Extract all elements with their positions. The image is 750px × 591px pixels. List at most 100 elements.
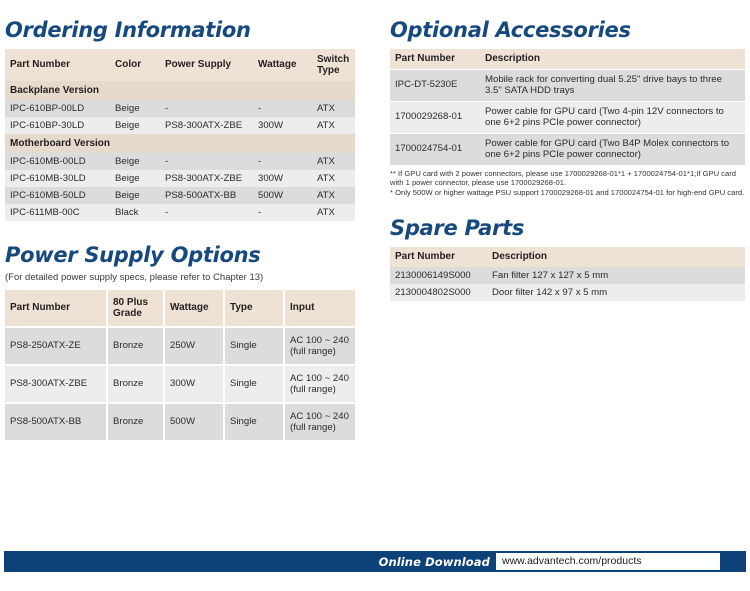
section-label-motherboard: Motherboard Version	[5, 134, 355, 153]
cell-description: Power cable for GPU card (Two B4P Molex …	[480, 132, 745, 165]
cell-input: AC 100 ~ 240 (full range)	[285, 402, 355, 440]
cell-part-number: IPC-610BP-30LD	[5, 117, 110, 134]
column-header-color: Color	[110, 49, 160, 81]
cell-power-supply: -	[160, 204, 253, 221]
cell-description: Fan filter 127 x 127 x 5 mm	[487, 266, 745, 284]
table-row: 2130006149S000 Fan filter 127 x 127 x 5 …	[390, 266, 745, 284]
footnote-psu-wattage: * Only 500W or higher wattage PSU suppor…	[390, 187, 745, 197]
catalog-page: Ordering Information Part Number Color P…	[0, 0, 750, 591]
cell-wattage: -	[253, 153, 312, 170]
right-column: Optional Accessories Part Number Descrip…	[390, 18, 745, 301]
cell-part-number: PS8-300ATX-ZBE	[5, 364, 108, 402]
power-supply-note: (For detailed power supply specs, please…	[5, 272, 264, 283]
cell-part-number: IPC-610BP-00LD	[5, 100, 110, 117]
cell-wattage: 500W	[165, 402, 225, 440]
spare-parts-table: Part Number Description 2130006149S000 F…	[390, 247, 745, 301]
table-section-row: Motherboard Version	[5, 134, 355, 153]
column-header-type: Type	[225, 290, 285, 326]
cell-color: Beige	[110, 187, 160, 204]
cell-wattage: -	[253, 100, 312, 117]
cell-part-number: IPC-610MB-50LD	[5, 187, 110, 204]
cell-grade: Bronze	[108, 364, 165, 402]
cell-color: Beige	[110, 100, 160, 117]
cell-input: AC 100 ~ 240 (full range)	[285, 364, 355, 402]
cell-type: Single	[225, 364, 285, 402]
table-header-row: Part Number 80 Plus Grade Wattage Type I…	[5, 290, 355, 326]
cell-color: Beige	[110, 153, 160, 170]
cell-part-number: IPC-DT-5230E	[390, 68, 480, 101]
column-header-part-number: Part Number	[390, 247, 487, 267]
column-header-power-supply: Power Supply	[160, 49, 253, 81]
table-section-row: Backplane Version	[5, 81, 355, 100]
cell-description: Door filter 142 x 97 x 5 mm	[487, 283, 745, 301]
table-header-row: Part Number Description	[390, 247, 745, 267]
cell-input: AC 100 ~ 240 (full range)	[285, 326, 355, 364]
cell-type: Single	[225, 326, 285, 364]
cell-type: Single	[225, 402, 285, 440]
footnote-gpu-connectors: ** If GPU card with 2 power connectors, …	[390, 168, 736, 188]
accessories-footnotes: ** If GPU card with 2 power connectors, …	[390, 169, 745, 198]
left-column: Ordering Information Part Number Color P…	[5, 18, 355, 440]
table-row: 1700024754-01 Power cable for GPU card (…	[390, 132, 745, 165]
cell-wattage: -	[253, 204, 312, 221]
column-header-wattage: Wattage	[253, 49, 312, 81]
table-row: 2130004802S000 Door filter 142 x 97 x 5 …	[390, 283, 745, 301]
cell-part-number: 2130004802S000	[390, 283, 487, 301]
section-label-backplane: Backplane Version	[5, 81, 355, 100]
cell-power-supply: -	[160, 100, 253, 117]
cell-wattage: 300W	[253, 170, 312, 187]
cell-part-number: 1700029268-01	[390, 100, 480, 133]
cell-switch-type: ATX	[312, 100, 355, 117]
footer-bar: Online Download www.advantech.com/produc…	[4, 551, 746, 572]
table-header-row: Part Number Color Power Supply Wattage S…	[5, 49, 355, 81]
cell-wattage: 300W	[253, 117, 312, 134]
footer-url[interactable]: www.advantech.com/products	[496, 553, 720, 570]
cell-part-number: PS8-500ATX-BB	[5, 402, 108, 440]
table-row: IPC-610BP-00LD Beige - - ATX	[5, 100, 355, 117]
cell-wattage: 300W	[165, 364, 225, 402]
column-header-wattage: Wattage	[165, 290, 225, 326]
cell-power-supply: -	[160, 153, 253, 170]
column-header-80-plus-grade: 80 Plus Grade	[108, 290, 165, 326]
power-supply-options-title: Power Supply Options	[5, 243, 261, 267]
table-row: IPC-610BP-30LD Beige PS8-300ATX-ZBE 300W…	[5, 117, 355, 134]
footer-label: Online Download	[378, 554, 490, 569]
cell-description: Power cable for GPU card (Two 4-pin 12V …	[480, 100, 745, 133]
column-header-description: Description	[480, 49, 745, 69]
table-row: IPC-DT-5230E Mobile rack for converting …	[390, 68, 745, 101]
cell-switch-type: ATX	[312, 153, 355, 170]
table-row: IPC-610MB-50LD Beige PS8-500ATX-BB 500W …	[5, 187, 355, 204]
column-header-description: Description	[487, 247, 745, 267]
spare-parts-title: Spare Parts	[390, 216, 525, 241]
cell-part-number: PS8-250ATX-ZE	[5, 326, 108, 364]
table-row: IPC-611MB-00C Black - - ATX	[5, 204, 355, 221]
table-row: PS8-250ATX-ZE Bronze 250W Single AC 100 …	[5, 326, 355, 364]
cell-part-number: 1700024754-01	[390, 132, 480, 165]
table-row: IPC-610MB-30LD Beige PS8-300ATX-ZBE 300W…	[5, 170, 355, 187]
cell-switch-type: ATX	[312, 204, 355, 221]
cell-switch-type: ATX	[312, 187, 355, 204]
power-supply-options-table: Part Number 80 Plus Grade Wattage Type I…	[5, 290, 355, 440]
ordering-information-table: Part Number Color Power Supply Wattage S…	[5, 49, 355, 221]
optional-accessories-table: Part Number Description IPC-DT-5230E Mob…	[390, 49, 745, 165]
cell-part-number: IPC-611MB-00C	[5, 204, 110, 221]
cell-description: Mobile rack for converting dual 5.25" dr…	[480, 68, 745, 101]
column-header-part-number: Part Number	[5, 290, 108, 326]
cell-wattage: 250W	[165, 326, 225, 364]
column-header-switch-type: Switch Type	[312, 49, 355, 81]
cell-switch-type: ATX	[312, 117, 355, 134]
cell-switch-type: ATX	[312, 170, 355, 187]
cell-part-number: IPC-610MB-00LD	[5, 153, 110, 170]
table-row: PS8-500ATX-BB Bronze 500W Single AC 100 …	[5, 402, 355, 440]
table-row: IPC-610MB-00LD Beige - - ATX	[5, 153, 355, 170]
table-row: PS8-300ATX-ZBE Bronze 300W Single AC 100…	[5, 364, 355, 402]
column-header-input: Input	[285, 290, 355, 326]
cell-color: Beige	[110, 170, 160, 187]
cell-grade: Bronze	[108, 402, 165, 440]
column-header-part-number: Part Number	[5, 49, 110, 81]
footer-online-download: Online Download www.advantech.com/produc…	[379, 551, 720, 572]
cell-grade: Bronze	[108, 326, 165, 364]
cell-color: Black	[110, 204, 160, 221]
column-header-part-number: Part Number	[390, 49, 480, 69]
table-row: 1700029268-01 Power cable for GPU card (…	[390, 100, 745, 133]
